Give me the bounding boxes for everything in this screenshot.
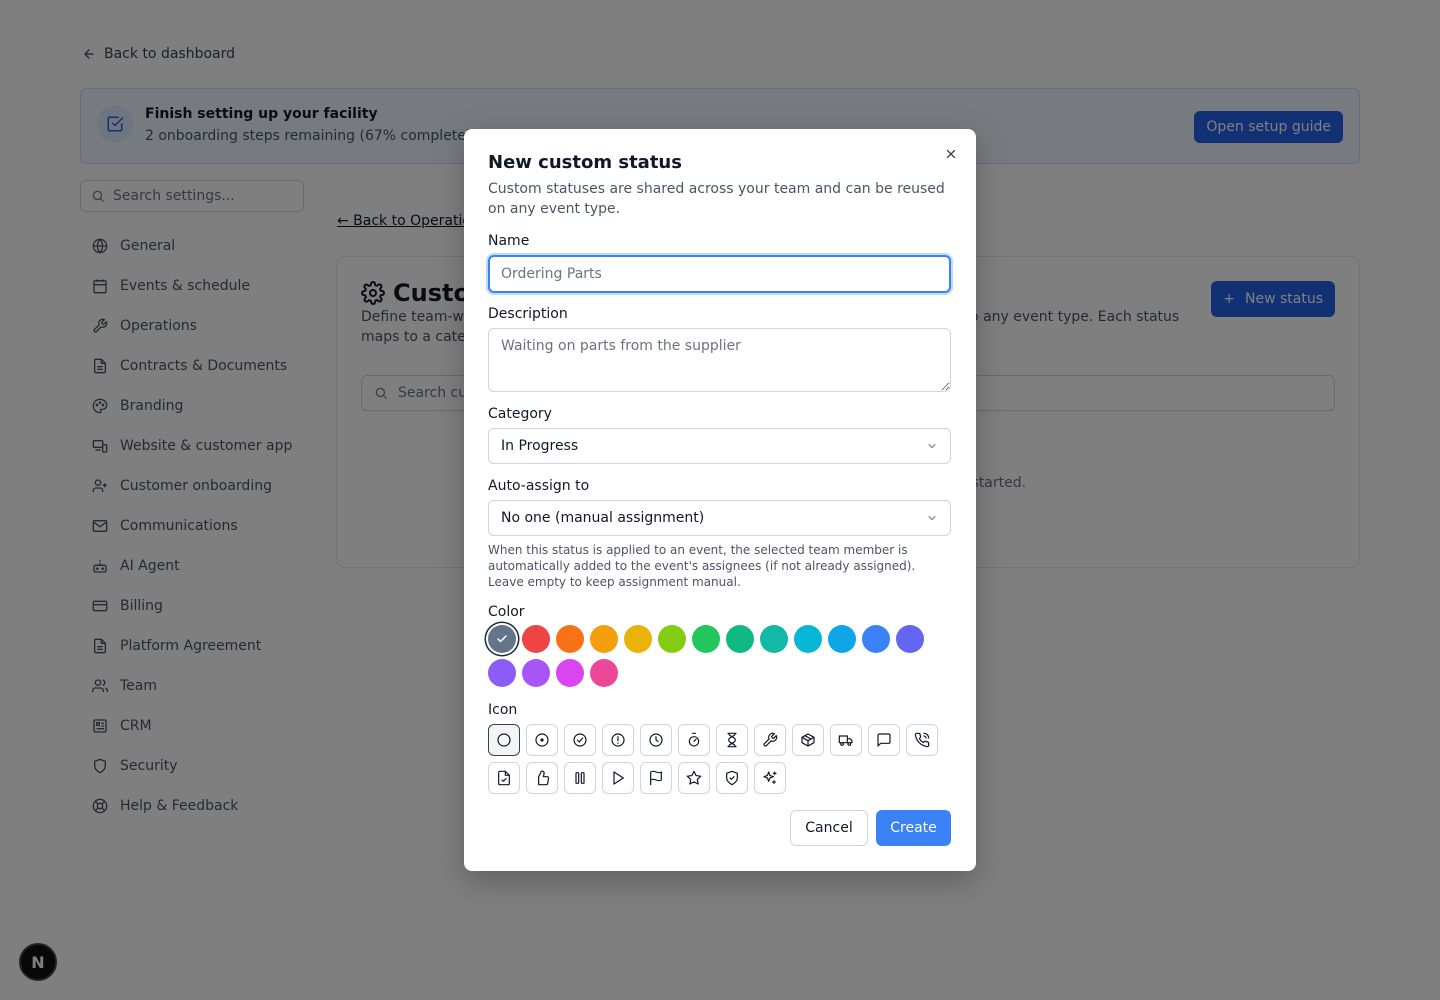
play-icon	[613, 771, 624, 785]
icon-option-phone-call[interactable]	[906, 724, 938, 756]
flag-icon	[650, 770, 662, 786]
icon-option-file-check[interactable]	[488, 762, 520, 794]
category-select[interactable]: In Progress	[488, 428, 951, 464]
color-swatch[interactable]	[590, 625, 618, 653]
icon-picker	[488, 724, 948, 794]
message-icon	[877, 733, 891, 747]
sparkles-icon	[763, 771, 777, 784]
description-label: Description	[488, 306, 568, 322]
icon-option-play[interactable]	[602, 762, 634, 794]
check-icon	[497, 635, 507, 643]
create-button[interactable]: Create	[876, 810, 951, 846]
color-swatch[interactable]	[760, 625, 788, 653]
description-input[interactable]	[488, 328, 951, 392]
color-swatch[interactable]	[624, 625, 652, 653]
wrench-icon	[763, 732, 778, 747]
hourglass-icon	[727, 732, 737, 748]
color-swatch[interactable]	[726, 625, 754, 653]
icon-option-circle[interactable]	[488, 724, 520, 756]
color-swatch[interactable]	[896, 625, 924, 653]
clock-icon	[649, 733, 663, 747]
color-swatch[interactable]	[862, 625, 890, 653]
icon-option-star[interactable]	[678, 762, 710, 794]
auto-assign-help: When this status is applied to an event,…	[488, 543, 916, 589]
icon-option-wrench[interactable]	[754, 724, 786, 756]
color-swatch[interactable]	[590, 659, 618, 687]
pause-icon	[575, 772, 585, 784]
icon-option-circle-check[interactable]	[564, 724, 596, 756]
auto-assign-select[interactable]: No one (manual assignment)	[488, 500, 951, 536]
icon-option-package[interactable]	[792, 724, 824, 756]
file-check-icon	[498, 770, 510, 786]
color-swatch[interactable]	[522, 659, 550, 687]
icon-option-shield-check[interactable]	[716, 762, 748, 794]
auto-assign-value: No one (manual assignment)	[501, 510, 705, 526]
color-swatch[interactable]	[692, 625, 720, 653]
truck-icon	[838, 735, 853, 746]
chevron-down-icon	[928, 444, 936, 449]
icon-option-circle-dot[interactable]	[526, 724, 558, 756]
auto-assign-label: Auto-assign to	[488, 478, 590, 494]
icon-label: Icon	[488, 702, 518, 718]
icon-option-timer[interactable]	[678, 724, 710, 756]
circle-alert-icon	[611, 733, 625, 747]
new-status-dialog: New custom status Custom statuses are sh…	[464, 129, 976, 871]
icon-option-sparkles[interactable]	[754, 762, 786, 794]
name-label: Name	[488, 233, 530, 249]
circle-dot-icon	[535, 733, 549, 747]
icon-option-message[interactable]	[868, 724, 900, 756]
name-input[interactable]	[488, 255, 951, 293]
icon-option-truck[interactable]	[830, 724, 862, 756]
circle-check-icon	[573, 733, 587, 747]
icon-option-flag[interactable]	[640, 762, 672, 794]
category-value: In Progress	[501, 438, 579, 454]
timer-icon	[688, 732, 700, 747]
color-swatch[interactable]	[828, 625, 856, 653]
category-label: Category	[488, 406, 552, 422]
shield-check-icon	[726, 770, 738, 786]
color-swatch[interactable]	[488, 659, 516, 687]
color-swatch[interactable]	[488, 625, 516, 653]
package-icon	[801, 733, 815, 747]
color-swatch[interactable]	[658, 625, 686, 653]
color-label: Color	[488, 604, 525, 620]
phone-call-icon	[914, 732, 930, 748]
color-swatch[interactable]	[794, 625, 822, 653]
cancel-button[interactable]: Cancel	[790, 810, 868, 846]
icon-option-clock[interactable]	[640, 724, 672, 756]
dialog-description: Custom statuses are shared across your t…	[488, 181, 945, 217]
color-swatch[interactable]	[556, 659, 584, 687]
circle-icon	[497, 733, 511, 747]
icon-option-thumbs-up[interactable]	[526, 762, 558, 794]
thumbs-up-icon	[538, 770, 550, 786]
icon-option-circle-alert[interactable]	[602, 724, 634, 756]
color-picker	[488, 625, 948, 687]
icon-option-hourglass[interactable]	[716, 724, 748, 756]
close-icon	[946, 149, 956, 159]
dialog-title: New custom status	[488, 152, 682, 173]
icon-option-pause[interactable]	[564, 762, 596, 794]
color-swatch[interactable]	[556, 625, 584, 653]
star-icon	[686, 770, 702, 785]
color-swatch[interactable]	[522, 625, 550, 653]
close-button[interactable]	[942, 145, 960, 163]
chevron-down-icon	[928, 516, 936, 521]
